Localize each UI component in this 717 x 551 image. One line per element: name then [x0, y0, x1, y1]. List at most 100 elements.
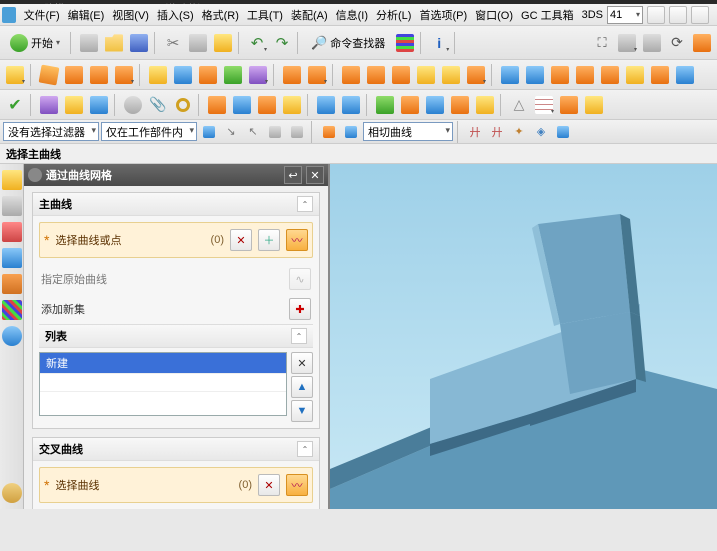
filter-btn-7[interactable] [341, 122, 361, 142]
snap-btn-2[interactable]: 廾 [487, 122, 507, 142]
info-button[interactable]: i▾ [427, 31, 451, 55]
move-up-button[interactable]: ▲ [291, 376, 313, 398]
hd3d-button[interactable] [2, 300, 22, 320]
cross-sketch-button[interactable]: ✕ [258, 474, 280, 496]
menu-preferences[interactable]: 首选项(P) [415, 5, 471, 25]
move-down-button[interactable]: ▼ [291, 400, 313, 422]
curve-sets-listbox[interactable]: 新建 [39, 352, 287, 416]
view-button-1[interactable] [647, 6, 665, 24]
bounded-button[interactable] [314, 93, 338, 117]
sketch-button[interactable]: ▾ [3, 63, 27, 87]
fit-view-button[interactable]: ⛶ [590, 31, 614, 55]
trim-button[interactable] [439, 63, 463, 87]
add-set-button[interactable]: ✚ [289, 298, 311, 320]
snap-btn-1[interactable]: 廾 [465, 122, 485, 142]
menu-window[interactable]: 窗口(O) [471, 5, 517, 25]
roles-button[interactable] [2, 483, 22, 503]
shell-button[interactable] [339, 63, 363, 87]
thicken-button[interactable] [648, 63, 672, 87]
pattern-button[interactable]: ▾ [464, 63, 488, 87]
sweep-button[interactable] [673, 63, 697, 87]
linear-pattern-button[interactable] [598, 63, 622, 87]
clip-button[interactable]: 📎 [146, 93, 170, 117]
select-cross-curve-row[interactable]: * 选择曲线 (0) ✕ 〰 [39, 467, 313, 503]
start-button[interactable]: 开始 ▾ [3, 31, 67, 55]
mirror-button[interactable] [498, 63, 522, 87]
menu-gc-toolbox[interactable]: GC 工具箱 [517, 5, 578, 25]
constraint-navigator-button[interactable] [2, 222, 22, 242]
cut-button[interactable]: ✂ [161, 31, 185, 55]
bounded2-button[interactable] [339, 93, 363, 117]
list-header[interactable]: 列表 ⌃ [39, 324, 313, 348]
menu-3ds[interactable]: 3DS [578, 7, 607, 23]
offset-button[interactable]: ▾ [246, 63, 270, 87]
layer-number-input[interactable]: 41▾ [607, 6, 643, 24]
array2-button[interactable] [62, 93, 86, 117]
zoom-button[interactable]: ▾ [615, 31, 639, 55]
redo-button[interactable]: ↷ [270, 31, 294, 55]
chamfer-button[interactable] [389, 63, 413, 87]
curve-button[interactable] [87, 93, 111, 117]
menu-format[interactable]: 格式(R) [198, 5, 243, 25]
move-button[interactable] [523, 63, 547, 87]
filter-btn-3[interactable]: ↖ [243, 122, 263, 142]
unite-button[interactable] [280, 63, 304, 87]
subtract-button[interactable]: ▾ [305, 63, 329, 87]
extrude-button[interactable] [37, 63, 61, 87]
cylinder-button[interactable] [121, 93, 145, 117]
filter-btn-2[interactable]: ↘ [221, 122, 241, 142]
display-mode-button[interactable] [690, 31, 714, 55]
ruled-button[interactable] [205, 93, 229, 117]
section-cross-header[interactable]: 交叉曲线 ⌃ [33, 438, 319, 461]
filter-btn-5[interactable] [287, 122, 307, 142]
rotate-button[interactable]: ⟳ [665, 31, 689, 55]
table-button[interactable]: ▾ [532, 93, 556, 117]
offset-surf-button[interactable] [373, 93, 397, 117]
menu-tools[interactable]: 工具(T) [243, 5, 287, 25]
cross-collapse-icon[interactable]: ⌃ [297, 441, 313, 457]
instance-button[interactable] [573, 63, 597, 87]
dialog-close-button[interactable]: ✕ [306, 166, 324, 184]
point-dialog-button[interactable]: ＋ [258, 229, 280, 251]
snap-btn-5[interactable] [553, 122, 573, 142]
scale-button[interactable] [548, 63, 572, 87]
menu-info[interactable]: 信息(I) [332, 5, 372, 25]
menu-edit[interactable]: 编辑(E) [64, 5, 109, 25]
select-curve-row[interactable]: * 选择曲线或点 (0) ✕ ＋ 〰 [39, 222, 313, 258]
menu-analysis[interactable]: 分析(L) [372, 5, 415, 25]
trim-surf-button[interactable] [398, 93, 422, 117]
collapse-icon[interactable]: ⌃ [297, 196, 313, 212]
web-browser-button[interactable] [2, 326, 22, 346]
label-button[interactable] [473, 93, 497, 117]
view-button-3[interactable] [691, 6, 709, 24]
menu-view[interactable]: 视图(V) [108, 5, 153, 25]
section-primary-header[interactable]: 主曲线 ⌃ [33, 193, 319, 216]
datum-point-button[interactable] [221, 63, 245, 87]
wave-button[interactable] [557, 93, 581, 117]
datum-csys-button[interactable] [196, 63, 220, 87]
datum-axis-button[interactable] [171, 63, 195, 87]
menu-file[interactable]: 文件(F) [20, 5, 64, 25]
triangle-button[interactable]: △ [507, 93, 531, 117]
undo-button[interactable]: ↶▾ [245, 31, 269, 55]
part-navigator-button[interactable] [2, 170, 22, 190]
filter-btn-6[interactable] [319, 122, 339, 142]
draft-button[interactable] [414, 63, 438, 87]
revolve-button[interactable] [62, 63, 86, 87]
new-file-button[interactable] [77, 31, 101, 55]
specify-original-button[interactable]: ∿ [289, 268, 311, 290]
circular-pattern-button[interactable] [623, 63, 647, 87]
cross-curve-button[interactable]: 〰 [286, 474, 308, 496]
filter-btn-4[interactable] [265, 122, 285, 142]
sketch-section-button[interactable]: ✕ [230, 229, 252, 251]
gear-button[interactable] [582, 93, 606, 117]
copy-button[interactable] [186, 31, 210, 55]
open-file-button[interactable] [102, 31, 126, 55]
save-button[interactable] [127, 31, 151, 55]
type-filter-combo[interactable]: 没有选择过滤器 [3, 122, 99, 141]
list-collapse-icon[interactable]: ⌃ [291, 328, 307, 344]
remove-item-button[interactable]: ✕ [291, 352, 313, 374]
list-item[interactable]: 新建 [40, 353, 286, 373]
sew-button[interactable] [448, 93, 472, 117]
check-button[interactable]: ✔ [3, 93, 27, 117]
